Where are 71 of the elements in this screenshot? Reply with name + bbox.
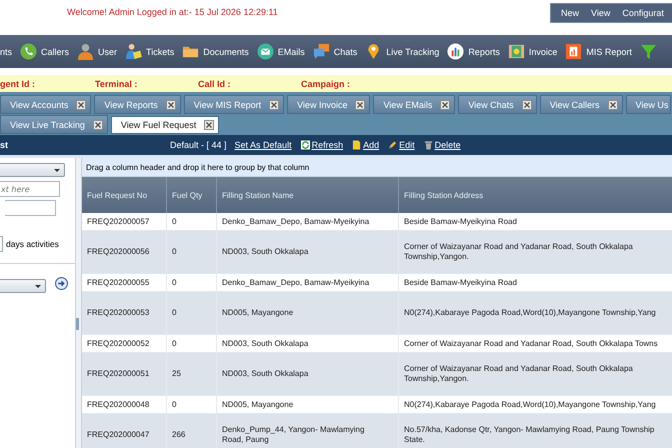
info-label: Terminal : — [95, 78, 138, 88]
table-cell: FREQ202000057 — [82, 213, 167, 230]
table-cell: ND003, South Okkalapa — [217, 231, 399, 273]
group-by-bar: Drag a column header and drop it here to group by that column — [82, 158, 672, 177]
table-cell: FREQ202000047 — [82, 414, 167, 448]
info-label: gent Id : — [0, 78, 36, 88]
table-cell: Corner of Waizayanar Road and Yadanar Road, South Okkalapa Township,Yangon. — [399, 353, 672, 395]
toolbar-item[interactable]: Chats — [334, 46, 358, 56]
table-cell: 0 — [167, 396, 217, 413]
table-cell: 25 — [167, 353, 217, 395]
table-cell: Denko_Pump_44, Yangon- Mawlamying Road, Paung — [217, 414, 399, 448]
tab[interactable]: View Callers — [540, 95, 623, 114]
table-cell: FREQ202000048 — [82, 396, 167, 413]
toolbar-item[interactable]: EMails — [278, 46, 305, 56]
tab[interactable]: View Live Tracking — [0, 115, 108, 134]
tab[interactable]: View Invoice — [287, 95, 370, 114]
table-cell: Beside Bamaw-Myeikyina Road — [399, 274, 672, 291]
table-cell: FREQ202000056 — [82, 231, 167, 273]
tab[interactable]: View MIS Report — [184, 95, 284, 114]
table-cell: 0 — [167, 231, 217, 273]
toolbar-link[interactable]: Add — [363, 140, 380, 150]
checkbox-label: days activities — [6, 239, 59, 249]
menu-item[interactable]: Configurat — [622, 8, 664, 18]
toolbar-item[interactable]: MIS Report — [586, 46, 632, 56]
tab[interactable]: View Reports — [94, 95, 181, 114]
info-label: Campaign : — [301, 78, 352, 88]
welcome-message: Welcome! Admin Logged in at:- 15 Jul 2026 12:29:11 — [67, 7, 278, 17]
tab[interactable]: View Accounts — [0, 95, 92, 114]
toolbar-link[interactable]: Refresh — [312, 140, 344, 150]
toolbar-link[interactable]: Set As Default — [234, 140, 292, 150]
toolbar-item[interactable]: Live Tracking — [386, 46, 440, 56]
table-cell: Beside Bamaw-Myeikyina Road — [399, 213, 672, 230]
table-cell: 0 — [167, 292, 217, 334]
table-cell: ND005, Mayangone — [217, 292, 399, 334]
tab[interactable]: View Chats — [458, 95, 537, 114]
tab[interactable]: View Fuel Request — [110, 116, 220, 134]
menu-item[interactable]: View — [591, 8, 610, 18]
table-cell: No.57/kha, Kadonse Qtr, Yangon- Mawlamying Road, Paung Township State. — [399, 414, 672, 448]
info-label: Call Id : — [198, 78, 232, 88]
table-cell: FREQ202000051 — [82, 353, 167, 395]
table-cell: 266 — [167, 414, 217, 448]
tab[interactable]: View EMails — [373, 95, 456, 114]
toolbar-item[interactable]: Callers — [41, 46, 70, 56]
toolbar-link[interactable]: Delete — [434, 140, 461, 150]
table-cell: N0(274),Kabaraye Pagoda Road,Word(10),Mayangone Township,Yang — [399, 396, 672, 413]
toolbar-item[interactable]: Documents — [203, 46, 249, 56]
table-cell: Denko_Bamaw_Depo, Bamaw-Myeikyina — [217, 274, 399, 291]
table-cell: ND005, Mayangone — [217, 396, 399, 413]
toolbar-item[interactable]: User — [98, 46, 118, 56]
tab[interactable]: View Us — [626, 95, 672, 114]
toolbar-item[interactable]: Tickets — [146, 46, 174, 56]
table-cell: Corner of Waizayanar Road and Yadanar Road, South Okkalapa Township,Yangon. — [399, 231, 672, 273]
table-cell: ND003, South Okkalapa — [217, 353, 399, 395]
toolbar-item[interactable]: nts — [0, 46, 12, 56]
toolbar-link[interactable]: Edit — [399, 140, 415, 150]
table-cell: 0 — [167, 213, 217, 230]
table-cell: 0 — [167, 335, 217, 352]
table-cell: N0(274),Kabaraye Pagoda Road,Word(10),Mayangone Township,Yang — [399, 292, 672, 334]
toolbar-item[interactable]: Invoice — [528, 46, 558, 56]
view-count: Default - [ 44 ] — [170, 140, 227, 150]
toolbar-item[interactable]: Reports — [468, 46, 500, 56]
search-field[interactable]: xt here — [0, 181, 60, 197]
menu-item[interactable]: New — [561, 8, 580, 18]
table-cell: FREQ202000052 — [82, 335, 167, 352]
table-cell: Denko_Bamaw_Depo, Bamaw-Myeikyina — [217, 213, 399, 230]
table-cell: ND003, South Okkalapa — [217, 335, 399, 352]
panel-title: st — [0, 140, 10, 150]
table-cell: Corner of Waizayanar Road and Yadanar Road, South Okkalapa Towns — [399, 335, 672, 352]
table-cell: FREQ202000053 — [82, 292, 167, 334]
table-cell: 0 — [167, 274, 217, 291]
table-cell: FREQ202000055 — [82, 274, 167, 291]
